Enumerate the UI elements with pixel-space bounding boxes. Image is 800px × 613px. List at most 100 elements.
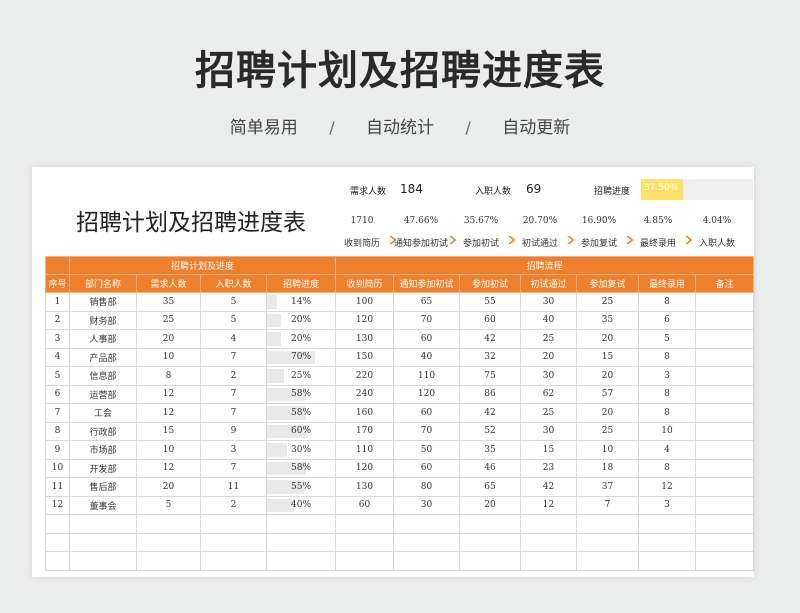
table-cell[interactable]: 60	[393, 403, 461, 423]
table-cell[interactable]: 12	[638, 477, 697, 497]
table-cell[interactable]: 50	[393, 440, 461, 460]
table-cell[interactable]: 9	[45, 440, 70, 460]
table-cell[interactable]: 工会	[69, 403, 137, 423]
table-cell[interactable]: 32	[459, 347, 522, 367]
table-cell[interactable]: 60	[393, 329, 461, 349]
table-cell[interactable]: 30	[520, 421, 578, 441]
table-cell[interactable]	[136, 514, 201, 534]
progress-cell[interactable]: 25%	[265, 366, 337, 386]
table-cell[interactable]	[459, 532, 522, 552]
table-cell[interactable]: 25	[136, 310, 201, 330]
table-cell[interactable]: 25	[520, 403, 578, 423]
progress-cell[interactable]: 20%	[265, 329, 337, 349]
table-cell[interactable]: 5	[638, 329, 697, 349]
table-cell[interactable]: 5	[200, 292, 267, 312]
table-cell[interactable]: 15	[520, 440, 578, 460]
table-cell[interactable]: 7	[200, 458, 267, 478]
progress-cell[interactable]: 20%	[265, 310, 337, 330]
table-cell[interactable]	[520, 514, 578, 534]
table-cell[interactable]: 42	[459, 329, 522, 349]
table-cell[interactable]: 3	[638, 366, 697, 386]
table-cell[interactable]	[265, 551, 337, 571]
table-cell[interactable]: 5	[136, 495, 201, 515]
table-cell[interactable]: 100	[335, 292, 395, 312]
table-cell[interactable]: 开发部	[69, 458, 137, 478]
table-cell[interactable]	[520, 551, 578, 571]
table-cell[interactable]	[136, 532, 201, 552]
progress-cell[interactable]: 40%	[265, 495, 337, 515]
table-cell[interactable]: 60	[459, 310, 522, 330]
table-cell[interactable]: 8	[136, 366, 201, 386]
progress-cell[interactable]: 58%	[265, 403, 337, 423]
table-cell[interactable]: 55	[459, 292, 522, 312]
table-cell[interactable]: 110	[393, 366, 461, 386]
table-cell[interactable]	[695, 366, 755, 386]
table-cell[interactable]: 120	[335, 310, 395, 330]
table-cell[interactable]: 人事部	[69, 329, 137, 349]
table-cell[interactable]	[265, 532, 337, 552]
table-cell[interactable]: 170	[335, 421, 395, 441]
table-cell[interactable]	[393, 514, 461, 534]
progress-cell[interactable]: 58%	[265, 458, 337, 478]
table-cell[interactable]: 86	[459, 384, 522, 404]
table-cell[interactable]: 65	[459, 477, 522, 497]
table-cell[interactable]: 65	[393, 292, 461, 312]
table-cell[interactable]	[695, 551, 755, 571]
table-cell[interactable]: 240	[335, 384, 395, 404]
table-cell[interactable]: 20	[136, 329, 201, 349]
table-cell[interactable]: 46	[459, 458, 522, 478]
table-cell[interactable]	[69, 532, 137, 552]
table-cell[interactable]: 5	[45, 366, 70, 386]
table-cell[interactable]: 160	[335, 403, 395, 423]
table-cell[interactable]: 30	[520, 366, 578, 386]
table-cell[interactable]	[695, 477, 755, 497]
table-cell[interactable]: 3	[200, 440, 267, 460]
table-cell[interactable]: 7	[200, 347, 267, 367]
table-cell[interactable]: 6	[638, 310, 697, 330]
progress-cell[interactable]: 70%	[265, 347, 337, 367]
table-cell[interactable]: 120	[393, 384, 461, 404]
table-cell[interactable]: 8	[638, 292, 697, 312]
table-cell[interactable]: 10	[45, 458, 70, 478]
table-cell[interactable]	[69, 514, 137, 534]
table-cell[interactable]: 220	[335, 366, 395, 386]
table-cell[interactable]	[45, 514, 70, 534]
table-cell[interactable]: 4	[45, 347, 70, 367]
table-cell[interactable]: 57	[576, 384, 640, 404]
table-cell[interactable]	[136, 551, 201, 571]
table-cell[interactable]: 董事会	[69, 495, 137, 515]
table-cell[interactable]	[638, 514, 697, 534]
table-cell[interactable]	[695, 458, 755, 478]
table-cell[interactable]: 4	[638, 440, 697, 460]
table-cell[interactable]: 130	[335, 329, 395, 349]
table-cell[interactable]: 6	[45, 384, 70, 404]
table-cell[interactable]: 35	[136, 292, 201, 312]
table-cell[interactable]	[520, 532, 578, 552]
table-cell[interactable]: 4	[200, 329, 267, 349]
table-cell[interactable]: 52	[459, 421, 522, 441]
table-cell[interactable]: 信息部	[69, 366, 137, 386]
table-cell[interactable]: 35	[576, 310, 640, 330]
table-cell[interactable]	[45, 532, 70, 552]
table-cell[interactable]: 售后部	[69, 477, 137, 497]
progress-cell[interactable]: 58%	[265, 384, 337, 404]
table-cell[interactable]	[45, 551, 70, 571]
progress-cell[interactable]: 30%	[265, 440, 337, 460]
table-cell[interactable]: 12	[520, 495, 578, 515]
table-cell[interactable]: 25	[576, 421, 640, 441]
table-cell[interactable]: 运营部	[69, 384, 137, 404]
table-cell[interactable]: 130	[335, 477, 395, 497]
table-cell[interactable]: 行政部	[69, 421, 137, 441]
table-cell[interactable]: 60	[393, 458, 461, 478]
table-cell[interactable]: 75	[459, 366, 522, 386]
progress-cell[interactable]: 14%	[265, 292, 337, 312]
table-cell[interactable]	[638, 532, 697, 552]
table-cell[interactable]	[335, 551, 395, 571]
progress-cell[interactable]: 55%	[265, 477, 337, 497]
table-cell[interactable]	[695, 421, 755, 441]
table-cell[interactable]: 110	[335, 440, 395, 460]
table-cell[interactable]	[335, 514, 395, 534]
table-cell[interactable]: 20	[576, 366, 640, 386]
table-cell[interactable]: 20	[576, 403, 640, 423]
table-cell[interactable]	[393, 532, 461, 552]
